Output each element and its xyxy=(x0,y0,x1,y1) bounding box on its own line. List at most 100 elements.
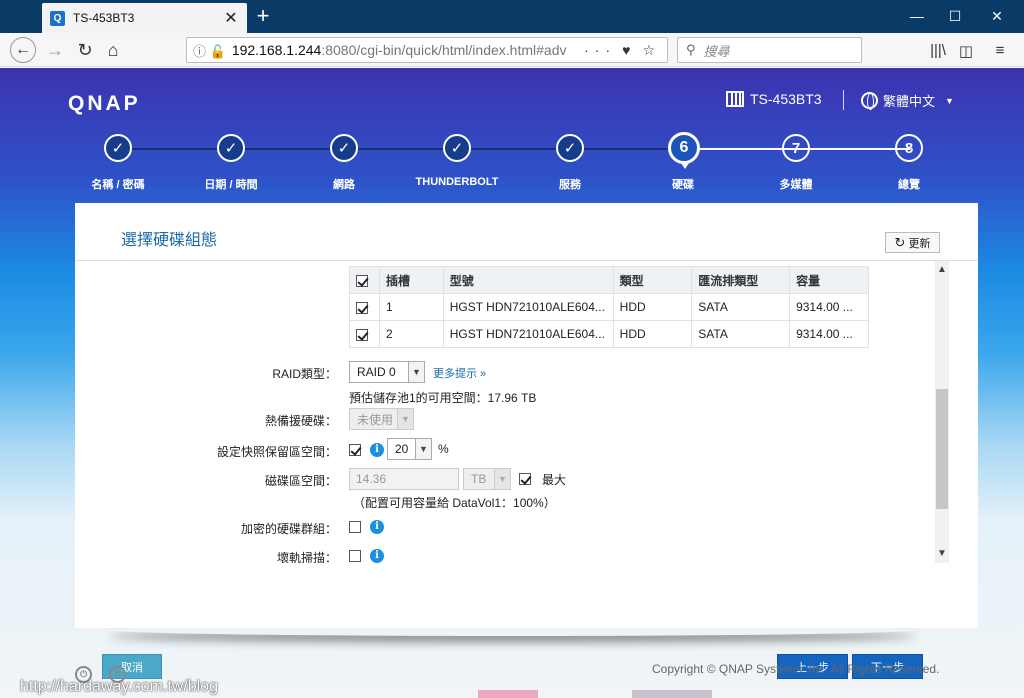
step-5-check-icon: ✓ xyxy=(556,134,584,162)
reload-icon[interactable]: ↻ xyxy=(72,37,98,63)
minimize-icon[interactable]: — xyxy=(902,4,932,28)
refresh-icon: ↻ xyxy=(894,234,906,250)
step-6-current: 6 xyxy=(668,132,700,169)
step-label-multimedia: 多媒體 xyxy=(779,179,813,191)
raid-type-label: RAID類型： xyxy=(272,367,337,381)
hamburger-menu-icon[interactable]: ≡ xyxy=(990,42,1010,60)
scroll-down-icon[interactable]: ▼ xyxy=(935,547,949,561)
address-bar[interactable]: ⓘ 🔓 192.168.1.244 :8080/cgi-bin/quick/ht… xyxy=(186,37,668,63)
qnap-setup-page: QNAP TS-453BT3 繁體中文 ▼ ✓ ✓ ✓ ✓ ✓ 6 7 8 名稱… xyxy=(0,68,1024,698)
bad-block-scan-label: 壞軌掃描： xyxy=(276,551,337,563)
window-close-icon[interactable]: ✕ xyxy=(982,4,1012,28)
cell-capacity: 9314.00 ... xyxy=(789,293,869,321)
hot-spare-value: 未使用 xyxy=(357,412,394,427)
site-info-insecure-icon[interactable]: ⓘ 🔓 xyxy=(193,41,226,60)
col-capacity[interactable]: 容量 xyxy=(789,266,869,294)
sidebar-icon[interactable]: ◫ xyxy=(956,42,976,60)
close-tab-icon[interactable]: ✕ xyxy=(223,8,239,28)
library-icon[interactable]: |||\ xyxy=(928,42,948,60)
nas-server-icon xyxy=(726,91,744,107)
disk-2-checkbox[interactable] xyxy=(356,328,368,341)
step-4-check-icon: ✓ xyxy=(443,134,471,162)
globe-icon xyxy=(861,92,878,110)
encryption-checkbox[interactable] xyxy=(349,521,361,533)
disk-1-checkbox[interactable] xyxy=(356,301,368,314)
new-tab-plus-icon[interactable]: + xyxy=(252,4,274,28)
browser-tab[interactable]: Q TS-453BT3 ✕ xyxy=(42,3,247,33)
hot-spare-select[interactable]: 未使用 ▼ xyxy=(349,408,414,430)
scrollbar-thumb[interactable] xyxy=(936,389,948,509)
step-label-thunderbolt: THUNDERBOLT xyxy=(415,176,499,188)
url-host: 192.168.1.244 xyxy=(231,42,322,58)
col-bus[interactable]: 匯流排類型 xyxy=(691,266,791,294)
snapshot-reserve-label: 設定快照保留區空間： xyxy=(216,445,337,459)
bookmark-star-icon[interactable]: ☆ xyxy=(642,42,661,59)
pocket-icon[interactable]: ♥ xyxy=(622,42,636,58)
cell-model: HGST HDN721010ALE604... xyxy=(442,293,614,321)
snapshot-reserve-checkbox[interactable] xyxy=(349,444,361,456)
browser-tab-bar: Q TS-453BT3 ✕ + — ☐ ✕ xyxy=(0,0,1024,33)
disk-table: 插槽 型號 類型 匯流排類型 容量 1 HGST HDN721010ALE604… xyxy=(349,266,869,348)
disk-config-card: 選擇硬碟組態 ↻ 更新 插槽 型號 類型 匯流排類型 容量 1 HGST HDN… xyxy=(75,203,978,679)
cell-type: HDD xyxy=(612,293,693,321)
info-icon[interactable]: i xyxy=(370,549,384,563)
url-path: :8080/cgi-bin/quick/html/index.html#adv xyxy=(321,42,567,58)
snapshot-percent-select[interactable]: 20 ▼ xyxy=(387,438,432,460)
select-all-checkbox[interactable] xyxy=(356,274,368,287)
cell-bus: SATA xyxy=(691,293,791,321)
table-header-row: 插槽 型號 類型 匯流排類型 容量 xyxy=(349,266,869,294)
max-checkbox[interactable] xyxy=(519,473,531,485)
chevron-down-icon: ▼ xyxy=(408,362,424,382)
tab-title: TS-453BT3 xyxy=(73,11,135,25)
cell-bus: SATA xyxy=(691,320,791,348)
device-name: TS-453BT3 xyxy=(726,91,822,107)
cell-slot: 1 xyxy=(378,293,444,321)
cell-type: HDD xyxy=(612,320,693,348)
row-checkbox-cell xyxy=(349,293,380,321)
info-icon[interactable]: i xyxy=(370,520,384,534)
device-name-text: TS-453BT3 xyxy=(750,91,822,107)
allocation-note: （配置可用容量給 DataVol1：100%） xyxy=(353,496,556,510)
volume-space-input[interactable]: 14.36 xyxy=(349,468,459,490)
page-actions-icon[interactable]: ··· xyxy=(584,42,616,58)
col-slot[interactable]: 插槽 xyxy=(378,266,444,294)
more-hints-link[interactable]: 更多提示 » xyxy=(433,365,486,381)
select-all-cell xyxy=(349,266,380,294)
config-scroll-area[interactable]: 插槽 型號 類型 匯流排類型 容量 1 HGST HDN721010ALE604… xyxy=(75,261,978,563)
cell-slot: 2 xyxy=(378,320,444,348)
qnap-logo: QNAP xyxy=(68,92,141,115)
step-label-network: 網路 xyxy=(333,179,355,191)
volume-unit-select[interactable]: TB ▼ xyxy=(463,468,511,490)
maximize-icon[interactable]: ☐ xyxy=(940,4,970,28)
qnap-favicon-icon: Q xyxy=(50,10,65,26)
background-window-peek xyxy=(478,690,538,698)
home-icon[interactable]: ⌂ xyxy=(100,37,126,63)
table-row[interactable]: 2 HGST HDN721010ALE604... HDD SATA 9314.… xyxy=(349,320,869,348)
language-selector[interactable]: 繁體中文 ▼ xyxy=(861,91,954,110)
cell-model: HGST HDN721010ALE604... xyxy=(442,320,614,348)
col-model[interactable]: 型號 xyxy=(442,266,614,294)
forward-arrow-icon[interactable]: → xyxy=(42,37,68,63)
max-label: 最大 xyxy=(542,473,567,487)
step-3-check-icon: ✓ xyxy=(330,134,358,162)
search-box[interactable]: ⚲ 搜尋 xyxy=(677,37,862,63)
chevron-down-icon: ▼ xyxy=(397,409,413,429)
col-type[interactable]: 類型 xyxy=(612,266,693,294)
step-2-check-icon: ✓ xyxy=(217,134,245,162)
refresh-button[interactable]: ↻ 更新 xyxy=(885,232,940,253)
copyright-text: Copyright © QNAP Systems, Inc. All Right… xyxy=(652,662,940,676)
scroll-up-icon[interactable]: ▲ xyxy=(935,263,949,277)
back-arrow-icon[interactable]: ← xyxy=(10,37,36,63)
step-label-summary: 總覽 xyxy=(898,179,920,191)
step-7: 7 xyxy=(782,134,810,162)
table-row[interactable]: 1 HGST HDN721010ALE604... HDD SATA 9314.… xyxy=(349,293,869,321)
header-divider xyxy=(843,90,844,110)
step-label-disk: 硬碟 xyxy=(672,179,694,191)
step-label-services: 服務 xyxy=(559,179,581,191)
search-icon: ⚲ xyxy=(686,42,696,57)
vertical-scrollbar[interactable]: ▲ ▼ xyxy=(935,261,949,563)
bad-block-scan-checkbox[interactable] xyxy=(349,550,361,562)
info-icon[interactable]: i xyxy=(370,443,384,457)
background-window-peek xyxy=(632,690,712,698)
raid-type-select[interactable]: RAID 0 ▼ xyxy=(349,361,425,383)
